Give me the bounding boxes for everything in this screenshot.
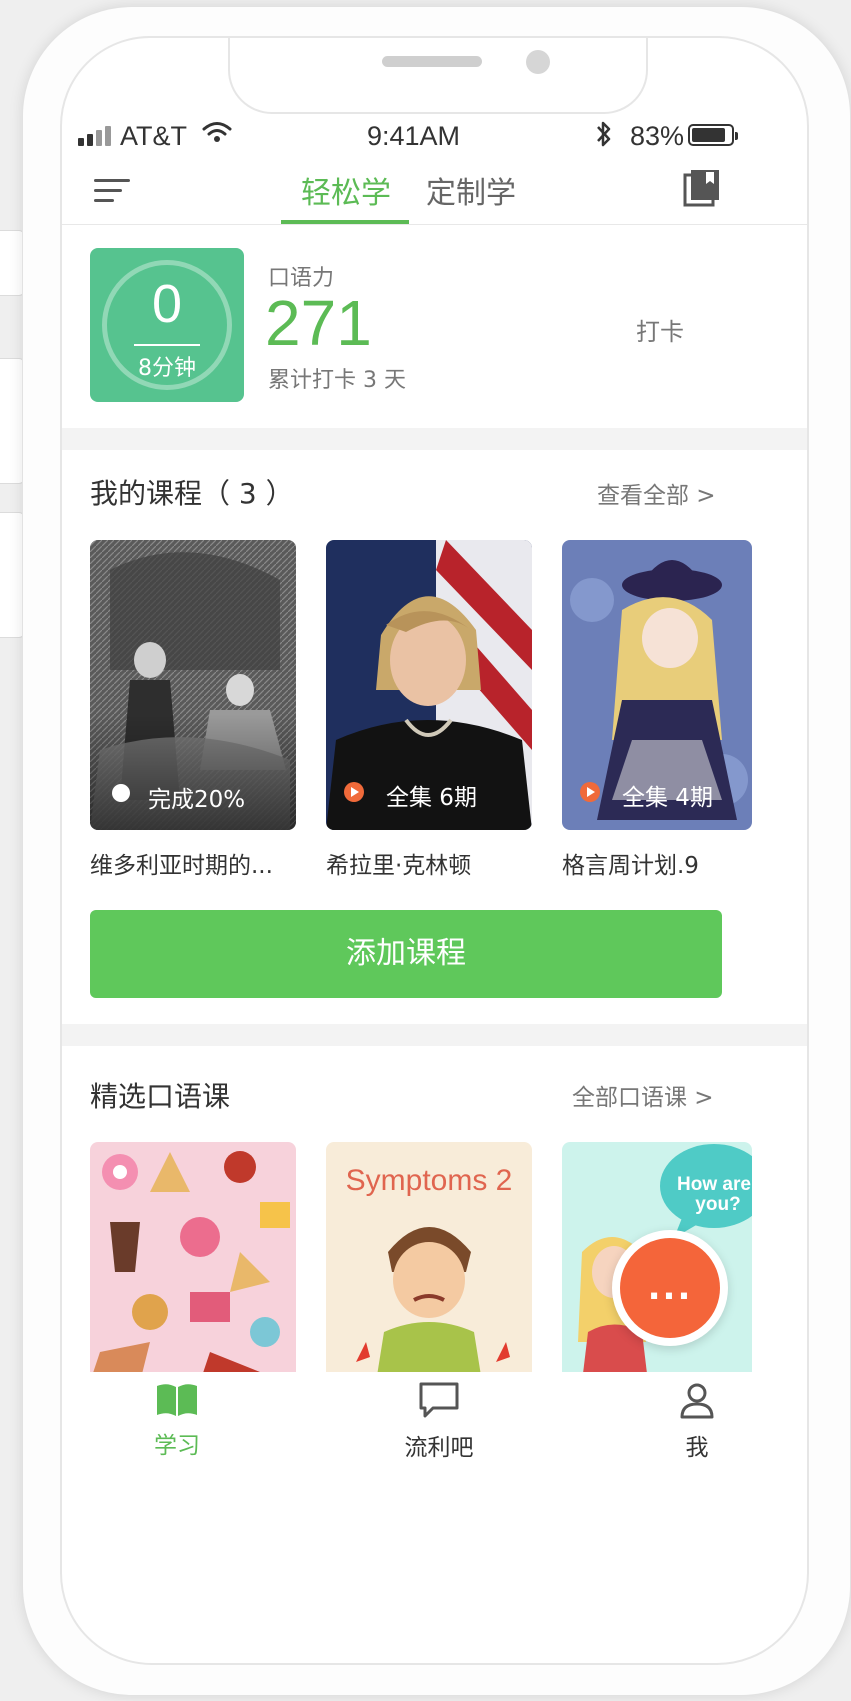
bottom-nav-study[interactable]: 学习 bbox=[112, 1372, 242, 1460]
add-course-button[interactable]: 添加课程 bbox=[90, 910, 722, 998]
featured-courses-title: 精选口语课 bbox=[90, 1080, 231, 1113]
phone-screen: AT&T 9:41AM 83% 轻松学 定制学 0 8分钟 口语力 271 累计… bbox=[60, 36, 809, 1665]
signal-icon bbox=[78, 126, 111, 146]
library-icon[interactable] bbox=[682, 168, 722, 208]
featured-course-card[interactable]: Symptoms 2 bbox=[326, 1142, 532, 1382]
featured-cover-text: Symptoms 2 bbox=[346, 1164, 513, 1197]
user-icon bbox=[680, 1383, 714, 1419]
notch bbox=[228, 38, 648, 114]
front-camera bbox=[526, 50, 550, 74]
course-card[interactable]: 全集 6期 bbox=[326, 540, 532, 830]
course-card[interactable]: 完成20% bbox=[90, 540, 296, 830]
play-icon bbox=[580, 782, 600, 802]
checkin-button[interactable]: 打卡 bbox=[636, 312, 684, 347]
featured-cover-image: Symptoms 2 bbox=[326, 1142, 532, 1382]
minutes-badge[interactable]: 0 8分钟 bbox=[90, 248, 244, 402]
my-courses-title: 我的课程（ 3 ） bbox=[90, 477, 294, 510]
divider bbox=[134, 344, 200, 346]
tab-custom-learn[interactable]: 定制学 bbox=[426, 168, 516, 212]
top-nav: 轻松学 定制学 bbox=[62, 166, 807, 225]
course-title: 希拉里·克林顿 bbox=[326, 853, 472, 879]
wifi-icon bbox=[202, 122, 232, 142]
bottom-nav-label: 流利吧 bbox=[404, 1435, 474, 1461]
course-title: 格言周计划.9 bbox=[562, 853, 699, 879]
bottom-nav-me[interactable]: 我 bbox=[632, 1372, 762, 1462]
battery-icon bbox=[688, 124, 738, 146]
bottom-nav: 学习 流利吧 我 bbox=[62, 1372, 807, 1468]
carrier-name: AT&T bbox=[120, 121, 187, 151]
battery-percent: 83% bbox=[630, 121, 685, 151]
minutes-goal: 8分钟 bbox=[138, 356, 196, 381]
menu-icon[interactable] bbox=[94, 176, 134, 206]
bottom-nav-label: 我 bbox=[685, 1435, 709, 1461]
bottom-nav-label: 学习 bbox=[154, 1433, 200, 1459]
progress-dot-icon bbox=[112, 784, 130, 802]
course-title: 维多利亚时期的... bbox=[90, 853, 273, 879]
featured-cover-image bbox=[90, 1142, 296, 1382]
featured-cover-text: How are bbox=[677, 1174, 751, 1195]
play-icon bbox=[344, 782, 364, 802]
course-overlay-text: 全集 4期 bbox=[622, 785, 713, 811]
course-card[interactable]: 全集 4期 bbox=[562, 540, 752, 830]
section-divider bbox=[62, 1024, 807, 1046]
speaker-grille bbox=[382, 56, 482, 67]
minutes-value: 0 bbox=[151, 274, 183, 334]
bottom-nav-community[interactable]: 流利吧 bbox=[374, 1372, 504, 1462]
status-time: 9:41AM bbox=[367, 121, 461, 151]
course-overlay-text: 全集 6期 bbox=[386, 785, 477, 811]
section-divider bbox=[62, 428, 807, 450]
all-oral-courses-link[interactable]: 全部口语课 > bbox=[572, 1078, 714, 1112]
featured-course-card[interactable] bbox=[90, 1142, 296, 1382]
book-open-icon bbox=[157, 1384, 197, 1416]
status-bar: AT&T 9:41AM 83% bbox=[62, 116, 807, 158]
checkin-days: 累计打卡 3 天 bbox=[268, 368, 406, 393]
course-overlay-text: 完成20% bbox=[148, 787, 246, 813]
view-all-courses-link[interactable]: 查看全部 > bbox=[597, 476, 716, 510]
bluetooth-icon bbox=[597, 121, 611, 147]
featured-cover-text-2: you? bbox=[695, 1194, 740, 1215]
fab-label: ... bbox=[620, 1238, 720, 1338]
chat-bubble-icon bbox=[419, 1382, 459, 1418]
tab-easy-learn[interactable]: 轻松学 bbox=[301, 168, 391, 212]
tab-underline bbox=[281, 220, 409, 224]
oral-score-value: 271 bbox=[265, 287, 372, 359]
chat-fab[interactable]: ... bbox=[612, 1230, 728, 1346]
